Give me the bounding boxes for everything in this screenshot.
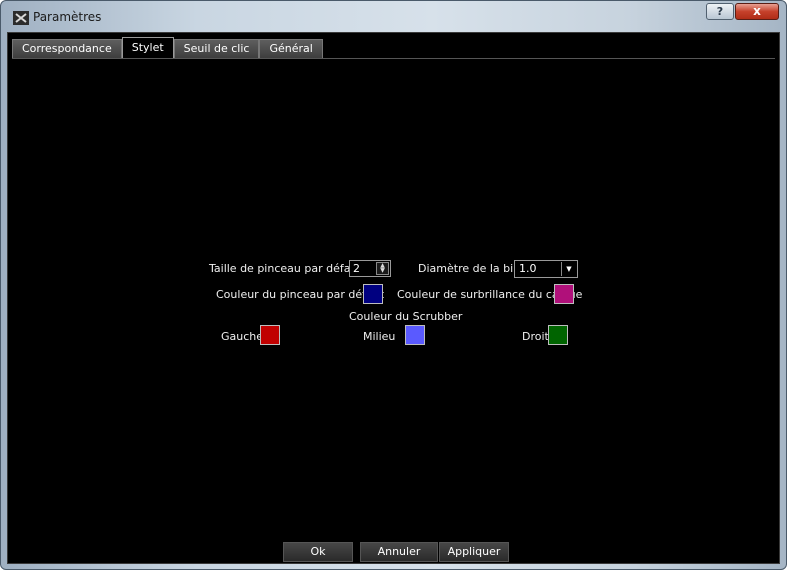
app-icon — [13, 11, 29, 25]
ok-button[interactable]: Ok — [283, 542, 353, 562]
tab-general[interactable]: Général — [259, 39, 323, 59]
spin-down-icon[interactable]: ▼ — [377, 268, 388, 274]
spin-arrows[interactable]: ▲ ▼ — [376, 262, 389, 275]
brush-color-swatch[interactable] — [363, 284, 383, 304]
help-button[interactable]: ? — [706, 3, 734, 20]
tab-seuil-de-clic[interactable]: Seuil de clic — [173, 39, 260, 59]
middle-color-label: Milieu — [363, 330, 396, 343]
tab-divider — [12, 58, 775, 59]
ball-diameter-value: 1.0 — [519, 262, 537, 275]
apply-button[interactable]: Appliquer — [439, 542, 509, 562]
ball-diameter-combo[interactable]: 1.0 ▼ — [514, 260, 578, 278]
chevron-down-icon[interactable]: ▼ — [561, 262, 576, 276]
tab-stylet[interactable]: Stylet — [121, 37, 174, 59]
right-color-label: Droit — [522, 330, 549, 343]
brush-color-label: Couleur du pinceau par défaut — [216, 288, 385, 301]
title-bar[interactable]: Paramètres ? x — [1, 1, 786, 33]
brush-size-spinbox[interactable]: 2 ▲ ▼ — [349, 260, 391, 277]
middle-color-swatch[interactable] — [405, 325, 425, 345]
left-color-swatch[interactable] — [260, 325, 280, 345]
cancel-button[interactable]: Annuler — [360, 542, 438, 562]
tab-correspondance[interactable]: Correspondance — [12, 39, 122, 59]
right-color-swatch[interactable] — [548, 325, 568, 345]
brush-size-value: 2 — [353, 262, 360, 275]
dialog-client-area: Correspondance Stylet Seuil de clic Géné… — [7, 32, 780, 564]
brush-size-label: Taille de pinceau par défaut — [209, 262, 362, 275]
highlight-color-swatch[interactable] — [554, 284, 574, 304]
settings-window: Paramètres ? x Correspondance Stylet Seu… — [0, 0, 787, 570]
close-button[interactable]: x — [735, 3, 779, 20]
window-title: Paramètres — [33, 10, 102, 24]
ball-diameter-label: Diamètre de la bille — [418, 262, 527, 275]
scrubber-color-title: Couleur du Scrubber — [349, 310, 463, 323]
left-color-label: Gauche — [221, 330, 264, 343]
tab-bar: Correspondance Stylet Seuil de clic Géné… — [12, 37, 323, 59]
